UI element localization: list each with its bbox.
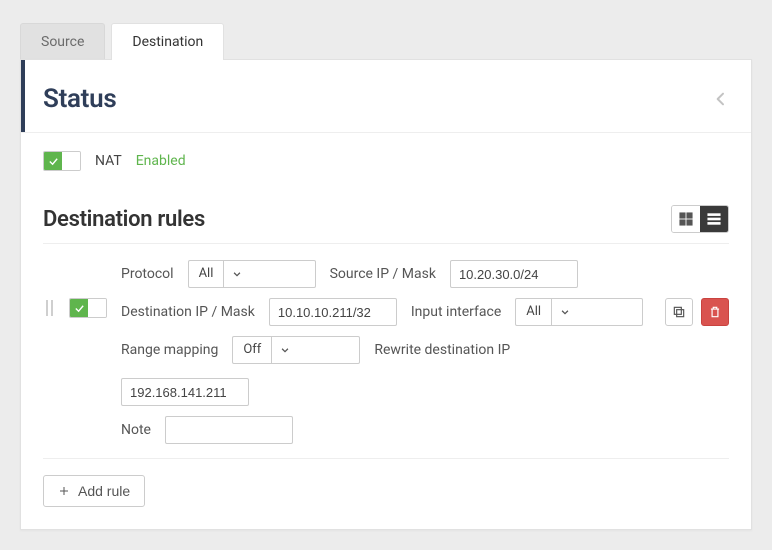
note-input[interactable] (165, 416, 293, 444)
trash-icon (708, 305, 722, 319)
chevron-down-icon (232, 269, 242, 279)
drag-handle[interactable] (43, 300, 55, 316)
note-label: Note (121, 422, 151, 438)
view-grid-button[interactable] (672, 206, 700, 232)
nat-label: NAT (95, 153, 122, 169)
iface-select[interactable]: All (515, 298, 643, 326)
add-rule-button[interactable]: Add rule (43, 475, 145, 507)
panel-destination: Status NAT Enabled Destination rules (20, 59, 752, 530)
copy-icon (672, 305, 686, 319)
check-icon (74, 303, 85, 314)
chevron-left-icon (713, 91, 729, 107)
collapse-toggle[interactable] (713, 91, 729, 107)
destip-label: Destination IP / Mask (121, 304, 255, 320)
list-icon (707, 212, 721, 226)
sourceip-input[interactable] (450, 260, 578, 288)
duplicate-button[interactable] (665, 298, 693, 326)
rewrite-label: Rewrite destination IP (374, 342, 510, 358)
page-title: Status (43, 84, 116, 114)
range-select[interactable]: Off (232, 336, 360, 364)
iface-label: Input interface (411, 304, 501, 320)
tab-source[interactable]: Source (20, 23, 105, 60)
delete-button[interactable] (701, 298, 729, 326)
protocol-select[interactable]: All (188, 260, 316, 288)
rule-toggle[interactable] (69, 298, 107, 318)
destip-input[interactable] (269, 298, 397, 326)
divider (43, 243, 729, 244)
divider (21, 132, 751, 133)
check-icon (48, 156, 59, 167)
rules-title: Destination rules (43, 207, 205, 232)
tabs: Source Destination (20, 0, 752, 59)
grid-icon (679, 212, 693, 226)
protocol-label: Protocol (121, 266, 174, 282)
view-list-button[interactable] (700, 206, 728, 232)
nat-toggle[interactable] (43, 151, 81, 171)
plus-icon (58, 485, 70, 497)
tab-destination[interactable]: Destination (111, 23, 224, 60)
sourceip-label: Source IP / Mask (330, 266, 436, 282)
chevron-down-icon (280, 345, 290, 355)
rewrite-input[interactable] (121, 378, 249, 406)
add-rule-label: Add rule (78, 483, 130, 499)
range-label: Range mapping (121, 342, 218, 358)
chevron-down-icon (560, 307, 570, 317)
rule-row: Protocol All Source IP / Mask Destinatio… (43, 256, 729, 459)
view-mode-group (671, 205, 729, 233)
nat-status: Enabled (136, 153, 186, 169)
